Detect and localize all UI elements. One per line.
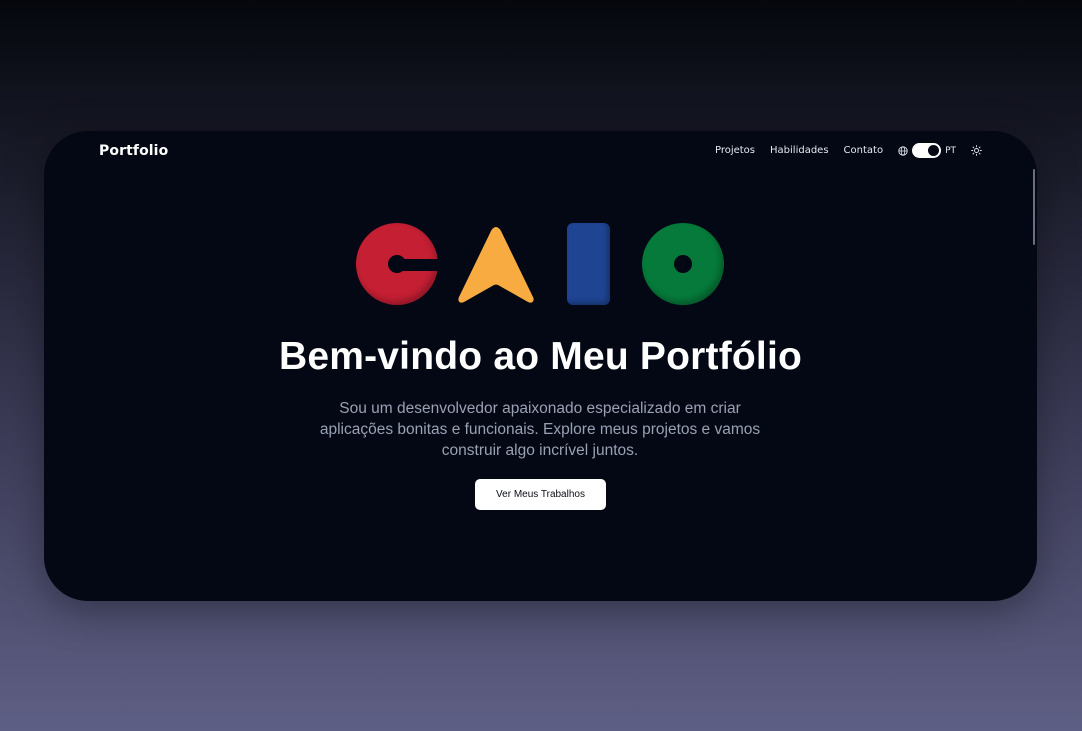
language-toggle[interactable] xyxy=(912,143,942,158)
view-work-button[interactable]: Ver Meus Trabalhos xyxy=(475,479,606,510)
language-switcher: PT xyxy=(898,143,956,158)
language-label: PT xyxy=(945,145,956,156)
caio-logo xyxy=(44,221,1037,307)
nav-links: Projetos Habilidades Contato PT xyxy=(715,143,982,158)
sun-icon[interactable] xyxy=(971,145,982,156)
toggle-knob xyxy=(928,145,940,156)
nav-link-projetos[interactable]: Projetos xyxy=(715,145,755,156)
logo-letter-a xyxy=(458,227,534,303)
browser-window: Portfolio Projetos Habilidades Contato P… xyxy=(44,131,1037,601)
hero-title: Bem-vindo ao Meu Portfólio xyxy=(278,335,803,378)
logo-letter-o xyxy=(642,223,724,305)
brand-logo[interactable]: Portfolio xyxy=(99,143,168,159)
navbar: Portfolio Projetos Habilidades Contato P… xyxy=(44,131,1037,173)
logo-letter-c-gap xyxy=(396,259,442,271)
logo-letter-i xyxy=(567,223,610,305)
hero-subtitle: Sou um desenvolvedor apaixonado especial… xyxy=(319,400,761,459)
nav-link-habilidades[interactable]: Habilidades xyxy=(770,145,829,156)
globe-icon xyxy=(898,145,908,156)
logo-letter-c xyxy=(356,223,442,305)
nav-link-contato[interactable]: Contato xyxy=(844,145,884,156)
logo-letter-o-hole xyxy=(674,255,692,273)
